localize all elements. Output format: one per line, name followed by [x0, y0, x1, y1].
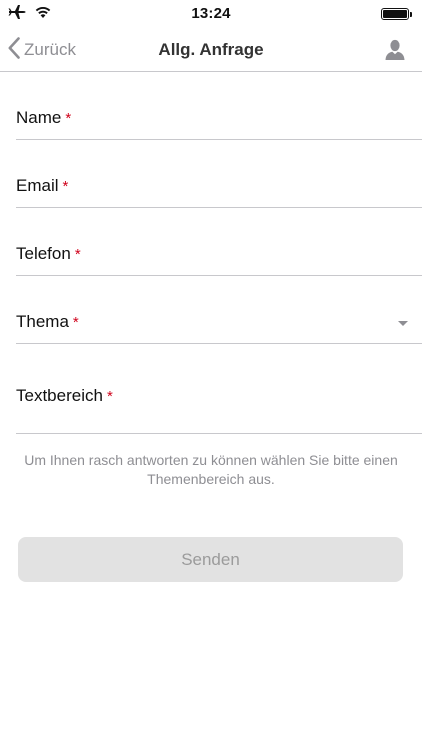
back-button[interactable]: Zurück — [8, 28, 76, 72]
required-marker: * — [106, 388, 113, 405]
chevron-down-icon — [398, 321, 408, 326]
topic-label: Thema * — [16, 312, 79, 331]
email-label: Email * — [16, 176, 69, 195]
navigation-bar: Zurück Allg. Anfrage — [0, 28, 422, 72]
name-field[interactable]: Name * — [16, 72, 422, 140]
message-label: Textbereich * — [16, 386, 113, 405]
message-textarea[interactable]: Textbereich * — [16, 344, 422, 434]
battery-indicator — [381, 7, 412, 21]
required-marker: * — [65, 110, 72, 127]
email-field[interactable]: Email * — [16, 140, 422, 208]
send-button[interactable]: Senden — [18, 537, 403, 582]
battery-level — [383, 10, 407, 18]
user-icon[interactable] — [384, 39, 406, 61]
name-label: Name * — [16, 108, 72, 127]
required-marker: * — [62, 178, 69, 195]
battery-icon — [381, 8, 409, 20]
required-marker: * — [74, 246, 81, 263]
inquiry-form: Name * Email * Telefon * Thema * Textbereich… — [16, 72, 422, 434]
status-time: 13:24 — [191, 5, 231, 22]
chevron-left-icon — [8, 36, 20, 64]
topic-hint-text: Um Ihnen rasch antworten zu können wähle… — [24, 452, 398, 487]
phone-label: Telefon * — [16, 244, 81, 263]
required-marker: * — [72, 314, 79, 331]
battery-tip — [410, 11, 412, 17]
phone-field[interactable]: Telefon * — [16, 208, 422, 276]
status-bar: 13:24 — [0, 0, 422, 28]
back-label: Zurück — [24, 40, 76, 59]
topic-select[interactable]: Thema * — [16, 276, 422, 344]
